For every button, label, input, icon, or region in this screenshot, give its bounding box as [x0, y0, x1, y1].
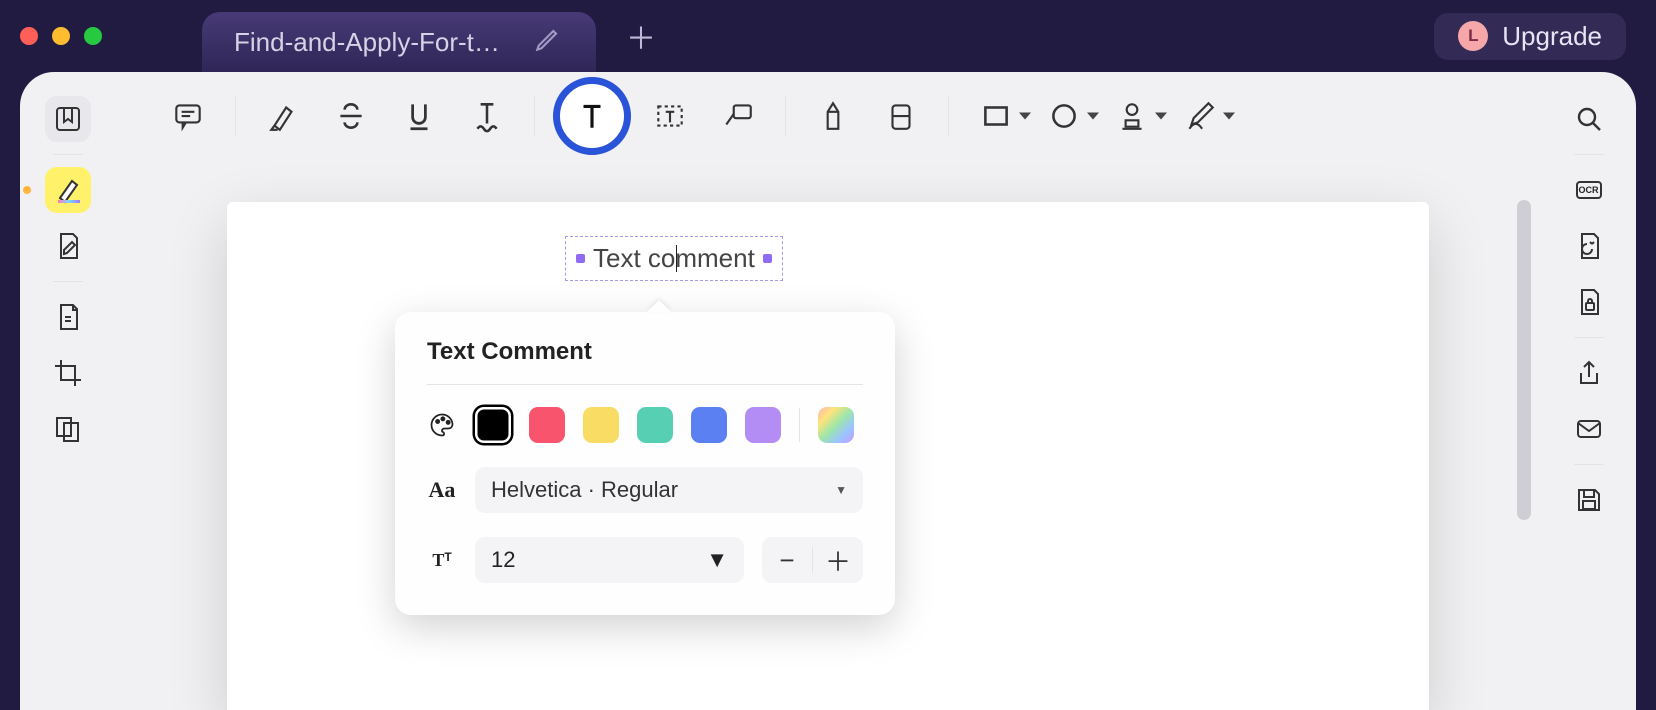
right-rail-ocr[interactable]: OCR	[1566, 167, 1612, 213]
color-swatch-yellow[interactable]	[583, 407, 619, 443]
upgrade-label: Upgrade	[1502, 21, 1602, 52]
tool-eraser[interactable]	[872, 87, 930, 145]
upgrade-button[interactable]: L Upgrade	[1434, 13, 1626, 60]
annotation-toolbar	[115, 72, 1541, 160]
tool-pencil[interactable]	[804, 87, 862, 145]
rail-separator	[1574, 464, 1604, 465]
chevron-down-icon: ▼	[706, 547, 728, 573]
tool-note[interactable]	[159, 87, 217, 145]
tool-squiggly[interactable]	[458, 87, 516, 145]
right-rail-search[interactable]	[1566, 96, 1612, 142]
popup-title: Text Comment	[427, 338, 863, 366]
tool-callout[interactable]	[709, 87, 767, 145]
text-comment-value: Text comment	[593, 243, 755, 274]
window-controls	[20, 27, 102, 45]
chevron-down-icon	[1019, 113, 1031, 120]
tool-shape-ellipse[interactable]	[1035, 87, 1093, 145]
left-rail-compare[interactable]	[45, 406, 91, 452]
tool-strikethrough[interactable]	[322, 87, 380, 145]
right-rail: OCR	[1541, 72, 1636, 710]
font-size-decrease[interactable]: −	[762, 537, 812, 583]
chevron-down-icon	[1087, 113, 1099, 120]
document-tab-title: Find-and-Apply-For-the-Be	[234, 27, 514, 58]
tool-stamp[interactable]	[1103, 87, 1161, 145]
right-rail-convert[interactable]	[1566, 223, 1612, 269]
window-minimize-button[interactable]	[52, 27, 70, 45]
color-swatches	[475, 407, 854, 443]
vertical-scrollbar[interactable]	[1517, 200, 1531, 520]
rail-separator	[1574, 337, 1604, 338]
font-size-value: 12	[491, 547, 515, 573]
chevron-down-icon	[1155, 113, 1167, 120]
left-rail	[20, 72, 115, 710]
page-area: Text comment Text Comment	[115, 160, 1541, 710]
color-swatch-blue[interactable]	[691, 407, 727, 443]
palette-icon	[427, 411, 457, 439]
color-swatch-teal[interactable]	[637, 407, 673, 443]
swatch-separator	[799, 408, 800, 442]
right-rail-protect[interactable]	[1566, 279, 1612, 325]
right-rail-share[interactable]	[1566, 350, 1612, 396]
window-zoom-button[interactable]	[84, 27, 102, 45]
font-size-increase[interactable]: ＋	[813, 537, 863, 583]
chevron-down-icon	[1223, 113, 1235, 120]
text-comment-popup: Text Comment	[395, 312, 895, 615]
popup-divider	[427, 384, 863, 385]
tool-underline[interactable]	[390, 87, 448, 145]
font-icon: Aa	[427, 477, 457, 503]
font-size-select[interactable]: 12 ▼	[475, 537, 744, 583]
left-rail-edit[interactable]	[45, 223, 91, 269]
font-size-stepper: − ＋	[762, 537, 863, 583]
popup-font-row: Aa Helvetica · Regular ▼	[427, 467, 863, 513]
right-rail-mail[interactable]	[1566, 406, 1612, 452]
left-rail-page[interactable]	[45, 294, 91, 340]
new-tab-button[interactable]: ＋	[626, 14, 656, 58]
ocr-label: OCR	[1579, 185, 1599, 195]
rail-separator	[53, 154, 83, 155]
color-swatch-purple[interactable]	[745, 407, 781, 443]
left-rail-crop[interactable]	[45, 350, 91, 396]
editor-center: Text comment Text Comment	[115, 72, 1541, 710]
popup-size-row: TT 12 ▼ − ＋	[427, 537, 863, 583]
resize-handle-right[interactable]	[763, 254, 772, 263]
tool-highlight[interactable]	[254, 87, 312, 145]
resize-handle-left[interactable]	[576, 254, 585, 263]
document-tab[interactable]: Find-and-Apply-For-the-Be	[202, 12, 596, 72]
rename-icon[interactable]	[532, 23, 564, 62]
left-rail-annotate[interactable]	[45, 167, 91, 213]
tool-shape-rect[interactable]	[967, 87, 1025, 145]
right-rail-save[interactable]	[1566, 477, 1612, 523]
titlebar: Find-and-Apply-For-the-Be ＋ L Upgrade	[0, 0, 1656, 72]
tool-text-comment[interactable]	[553, 77, 631, 155]
rail-separator	[1574, 154, 1604, 155]
color-swatch-red[interactable]	[529, 407, 565, 443]
color-swatch-black[interactable]	[475, 407, 511, 443]
popup-color-row	[427, 407, 863, 443]
window-close-button[interactable]	[20, 27, 38, 45]
font-size-icon: TT	[427, 550, 457, 571]
tool-signature[interactable]	[1171, 87, 1229, 145]
user-avatar[interactable]: L	[1458, 21, 1488, 51]
color-swatch-custom[interactable]	[818, 407, 854, 443]
font-select[interactable]: Helvetica · Regular ▼	[475, 467, 863, 513]
document-page[interactable]: Text comment Text Comment	[227, 202, 1429, 710]
chevron-down-icon: ▼	[835, 483, 847, 497]
text-comment-field[interactable]: Text comment	[565, 236, 783, 281]
font-select-value: Helvetica · Regular	[491, 477, 678, 503]
tool-textbox[interactable]	[641, 87, 699, 145]
left-rail-bookmark[interactable]	[45, 96, 91, 142]
workspace: Text comment Text Comment	[20, 72, 1636, 710]
rail-separator	[53, 281, 83, 282]
